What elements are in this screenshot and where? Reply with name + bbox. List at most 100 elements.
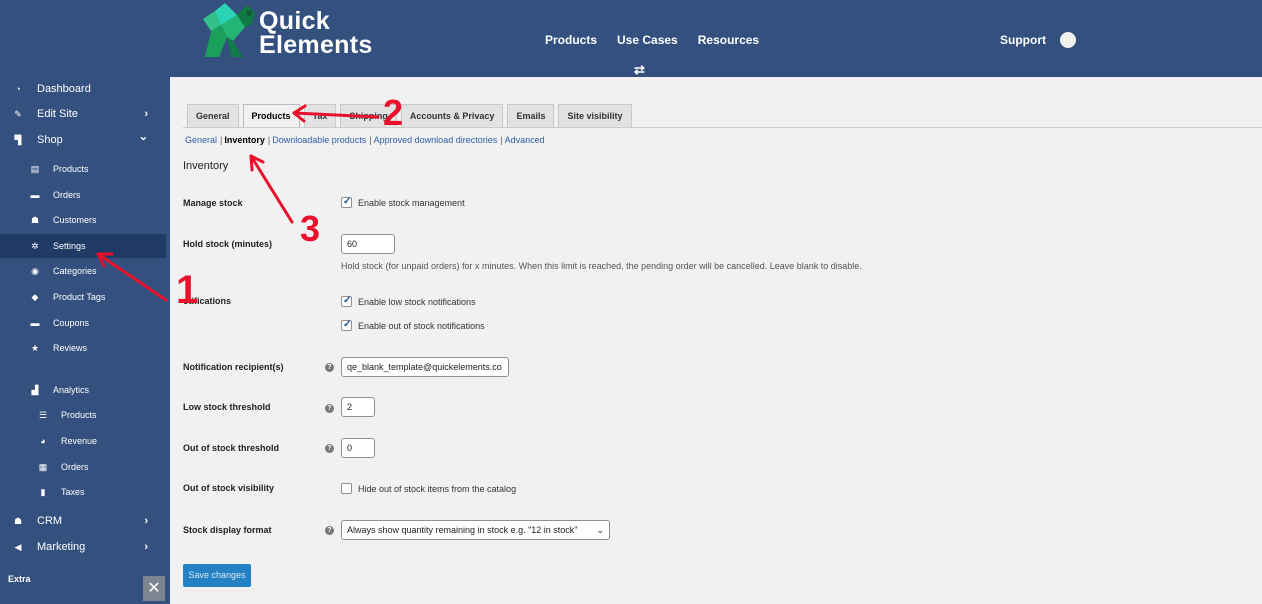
quickelements-logo[interactable]: Quick Elements [197, 0, 373, 60]
sidebar-item-label: Customers [53, 215, 97, 225]
sidebar-item-shop[interactable]: ▜ Shop ⌄ [0, 131, 166, 147]
help-icon[interactable]: ? [325, 526, 334, 535]
gear-icon: ✲ [31, 241, 39, 251]
out-of-stock-threshold-input[interactable]: 0 [341, 438, 375, 458]
settings-tabs: General Products Tax Shipping Accounts &… [187, 104, 636, 128]
avatar[interactable] [1060, 32, 1076, 48]
gauge-icon: ◔ [15, 84, 21, 94]
sidebar-item-customers[interactable]: ☗ Customers [0, 214, 166, 226]
logo-line2: Elements [259, 31, 373, 59]
store-icon: ▤ [30, 164, 40, 174]
hold-stock-description: Hold stock (for unpaid orders) for x min… [341, 261, 862, 271]
products-subnav: General | Inventory | Downloadable products |… [185, 135, 545, 145]
help-icon[interactable]: ? [325, 444, 334, 453]
subnav-inventory[interactable]: Inventory [224, 135, 265, 145]
chevron-right-icon: › [144, 515, 148, 527]
close-sidebar-button[interactable]: ✕ [143, 576, 165, 601]
sidebar-item-label: Marketing [37, 541, 86, 553]
notification-recipient-label: Notification recipient(s) [183, 362, 284, 372]
sidebar-item-edit-site[interactable]: ✎ Edit Site › [0, 107, 166, 121]
stock-display-format-select[interactable]: Always show quantity remaining in stock … [341, 520, 610, 540]
sidebar-item-dashboard[interactable]: ◔ Dashboard [0, 82, 166, 96]
sidebar-item-label: Product Tags [53, 292, 106, 302]
low-stock-notification-label: Enable low stock notifications [358, 296, 476, 307]
hold-stock-input[interactable]: 60 [341, 234, 395, 254]
sidebar-item-label: Reviews [53, 343, 88, 353]
sidebar-item-coupons[interactable]: ▬ Coupons [0, 317, 166, 329]
low-stock-threshold-label: Low stock threshold [183, 402, 271, 412]
nav-use-cases[interactable]: Use Cases [617, 33, 678, 47]
tabs-divider [183, 127, 1262, 128]
stock-display-format-label: Stock display format [183, 525, 272, 535]
sidebar-item-settings[interactable]: ✲ Settings [0, 234, 166, 258]
sidebar-item-label: Categories [53, 266, 97, 276]
tag-icon: ◆ [31, 292, 39, 302]
sidebar-item-products[interactable]: ▤ Products [0, 163, 166, 175]
tab-site-visibility[interactable]: Site visibility [558, 104, 632, 128]
coupon-icon: ▬ [30, 318, 40, 328]
sidebar-item-taxes[interactable]: ▮ Taxes [0, 486, 166, 498]
manage-stock-label: Manage stock [183, 198, 243, 208]
nav-support[interactable]: Support [1000, 33, 1046, 47]
notification-recipient-input[interactable]: qe_blank_template@quickelements.co [341, 357, 509, 377]
chevron-down-icon: ⌄ [138, 131, 148, 143]
low-stock-threshold-input[interactable]: 2 [341, 397, 375, 417]
categories-icon: ◉ [31, 266, 39, 276]
hold-stock-label: Hold stock (minutes) [183, 239, 273, 249]
logo-line1: Quick [259, 7, 330, 35]
chevron-right-icon: › [144, 541, 148, 553]
sidebar-item-analytics-products[interactable]: ☰ Products [0, 409, 166, 421]
sidebar-item-label: Dashboard [37, 83, 91, 95]
sidebar-item-label: Orders [61, 462, 89, 472]
manage-stock-checkbox-label: Enable stock management [358, 197, 465, 208]
tab-products[interactable]: Products [242, 104, 300, 128]
low-stock-notification-checkbox[interactable] [341, 295, 352, 307]
megaphone-icon: ◀ [14, 542, 22, 552]
stock-display-format-value: Always show quantity remaining in stock … [347, 525, 578, 535]
subnav-advanced[interactable]: Advanced [505, 135, 545, 145]
manage-stock-checkbox[interactable] [341, 196, 352, 208]
swap-icon[interactable]: ⇄ [634, 62, 645, 78]
low-stock-notification-row[interactable]: Enable low stock notifications [341, 295, 476, 307]
subnav-approved-directories[interactable]: Approved download directories [374, 135, 498, 145]
sidebar-item-categories[interactable]: ◉ Categories [0, 265, 166, 277]
save-changes-button[interactable]: Save changes [183, 564, 251, 587]
sidebar-extra-label: Extra [8, 574, 31, 584]
out-stock-notification-row[interactable]: Enable out of stock notifications [341, 319, 485, 331]
sidebar-item-reviews[interactable]: ★ Reviews [0, 342, 166, 354]
sidebar-item-analytics-orders[interactable]: ▦ Orders [0, 461, 166, 473]
sidebar-item-crm[interactable]: ☗ CRM › [0, 514, 166, 528]
sidebar-item-orders[interactable]: ▬ Orders [0, 189, 166, 201]
tab-accounts-privacy[interactable]: Accounts & Privacy [400, 104, 504, 128]
tab-emails[interactable]: Emails [507, 104, 555, 128]
sidebar-item-label: Analytics [53, 385, 90, 395]
hide-out-of-stock-checkbox[interactable] [341, 483, 352, 494]
sidebar-item-revenue[interactable]: ◕ Revenue [0, 435, 166, 447]
tab-general[interactable]: General [187, 104, 239, 128]
pie-icon: ◕ [40, 436, 46, 446]
sidebar-item-product-tags[interactable]: ◆ Product Tags [0, 291, 166, 303]
subnav-downloadable-products[interactable]: Downloadable products [272, 135, 366, 145]
sidebar-item-analytics[interactable]: ▟ Analytics [0, 384, 166, 396]
logo-text: Quick Elements [259, 7, 373, 59]
nav-resources[interactable]: Resources [698, 33, 759, 47]
star-icon: ★ [30, 343, 40, 353]
help-icon[interactable]: ? [325, 404, 334, 413]
table-icon: ▦ [38, 462, 48, 472]
tab-tax[interactable]: Tax [303, 104, 337, 128]
nav-products[interactable]: Products [545, 33, 597, 47]
out-stock-notification-checkbox[interactable] [341, 319, 352, 331]
sidebar-item-label: Coupons [53, 318, 90, 328]
help-icon[interactable]: ? [325, 363, 334, 372]
page-title: Inventory [183, 160, 229, 172]
hide-out-of-stock-row[interactable]: Hide out of stock items from the catalog [341, 483, 516, 494]
sidebar-item-marketing[interactable]: ◀ Marketing › [0, 540, 166, 554]
out-of-stock-visibility-label: Out of stock visibility [183, 483, 275, 493]
subnav-general[interactable]: General [185, 135, 217, 145]
annotation-number-1: 1 [176, 268, 199, 312]
manage-stock-checkbox-row[interactable]: Enable stock management [341, 196, 465, 208]
chart-icon: ▟ [31, 385, 39, 395]
list-icon: ☰ [38, 410, 48, 420]
chevron-down-icon: ⌄ [596, 525, 604, 535]
chevron-right-icon: › [144, 108, 148, 120]
